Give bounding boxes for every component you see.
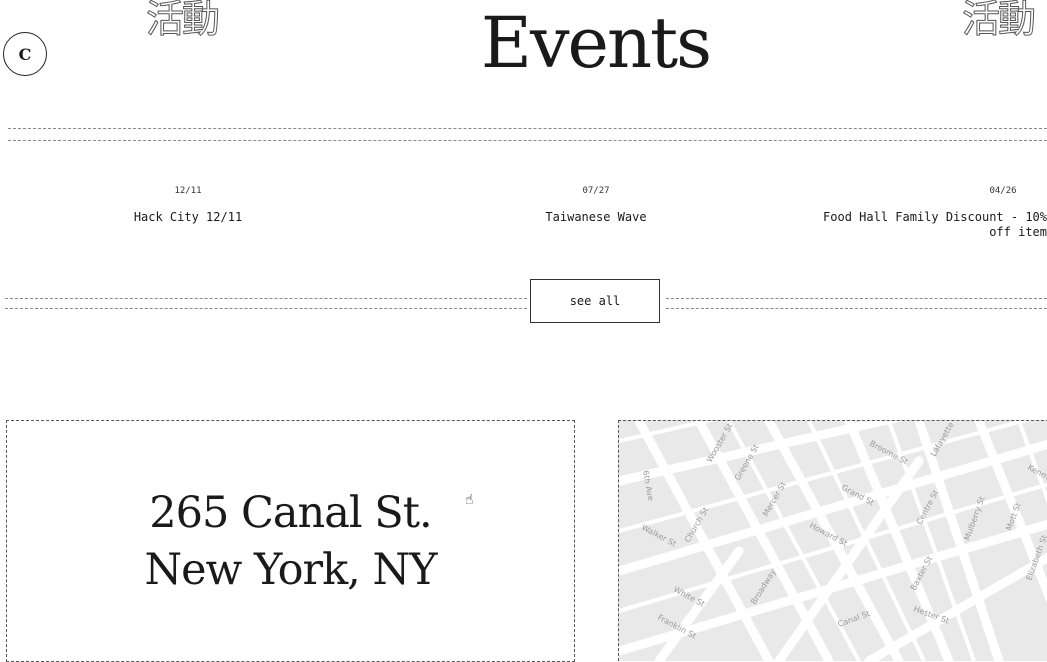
event-date: 07/27 [582, 186, 610, 196]
address-card: 265 Canal St. New York, NY [6, 420, 575, 662]
page-title: Events [480, 2, 712, 84]
hand-cursor-icon: ☝ [465, 492, 474, 508]
divider-bottom-left-1 [5, 298, 527, 299]
address-line-1: 265 Canal St. [149, 488, 432, 538]
logo-icon[interactable]: C [3, 32, 47, 76]
event-item[interactable]: 12/11 Hack City 12/11 [73, 184, 303, 225]
svg-text:Canal St: Canal St [837, 609, 872, 629]
event-date: 12/11 [174, 186, 202, 196]
see-all-button[interactable]: see all [530, 279, 660, 323]
map-streets: Broome St Lafayette Grand St Canal St Wa… [619, 421, 1047, 661]
divider-bottom-right-1 [666, 298, 1047, 299]
event-title[interactable]: Taiwanese Wave [481, 210, 711, 225]
divider-bottom-left-2 [5, 308, 527, 309]
logo-letter: C [18, 44, 32, 64]
address-line-2: New York, NY [144, 545, 437, 595]
svg-text:Mulberry St: Mulberry St [962, 495, 986, 541]
map[interactable]: Broome St Lafayette Grand St Canal St Wa… [618, 420, 1047, 661]
event-title[interactable]: Hack City 12/11 [73, 210, 303, 225]
address: 265 Canal St. New York, NY [7, 485, 574, 599]
event-item[interactable]: 07/27 Taiwanese Wave [481, 184, 711, 225]
divider-bottom-right-2 [666, 308, 1047, 309]
svg-text:Walker St: Walker St [640, 523, 678, 549]
divider-top-1 [8, 128, 1047, 129]
event-date: 04/26 [989, 186, 1017, 196]
event-title[interactable]: Food Hall Family Discount - 10% off item [816, 210, 1047, 240]
event-item[interactable]: 04/26 Food Hall Family Discount - 10% of… [816, 184, 1047, 240]
divider-top-2 [8, 140, 1047, 141]
